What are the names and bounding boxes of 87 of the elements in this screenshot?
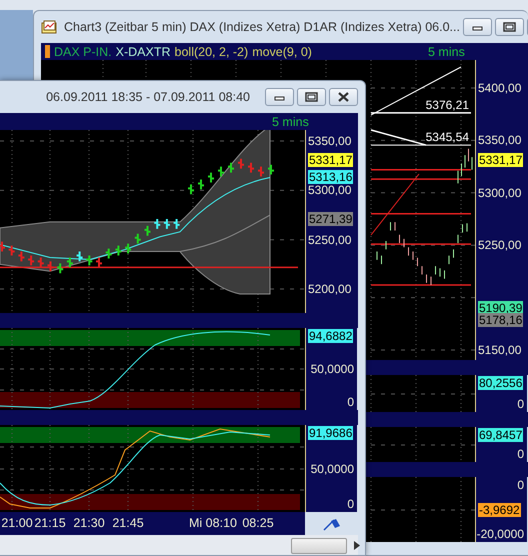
time-label: 21:15 <box>34 516 66 530</box>
axis-label: 5200,00 <box>308 282 352 296</box>
price-bar <box>207 172 215 184</box>
price-bar <box>172 218 181 230</box>
interval-label: 5 mins <box>428 44 465 58</box>
price-bar <box>187 183 195 196</box>
interval-label: 5 mins <box>272 114 309 128</box>
legend-text: DAX P-IN. <box>54 44 112 58</box>
scrollbar[interactable] <box>0 535 358 555</box>
price-tag: 91,9686 <box>308 426 354 440</box>
price-bar <box>267 164 275 176</box>
axis-label: 5300,00 <box>478 186 522 200</box>
time-label: Mi 08:10 <box>189 516 237 530</box>
price-tag: 5313,16 <box>308 170 354 184</box>
axis-label: 50,0000 <box>310 362 354 376</box>
price-tag: 69,8457 <box>478 428 524 442</box>
drawing-tool-icon <box>322 516 340 530</box>
price-bar <box>237 158 245 170</box>
price-tag: 5331,17 <box>308 152 354 167</box>
price-bar <box>197 178 205 190</box>
price-bar <box>124 242 132 255</box>
axis-label: 0 <box>347 497 354 511</box>
price-tag: 5271,39 <box>308 212 354 226</box>
price-tag: 5331,17 <box>478 153 524 168</box>
price-tag: 80,2556 <box>478 376 524 390</box>
window-title: Chart3 (Zeitbar 5 min) DAX (Indizes Xetra) D1AR (Indizes Xetra) 06.0... <box>64 20 460 34</box>
price-bar <box>0 240 6 253</box>
price-bar <box>66 256 74 268</box>
window-title: 06.09.2011 18:35 - 07.09.2011 08:40 <box>45 90 251 104</box>
level-label: 5376,21 <box>426 98 469 112</box>
price-bar <box>104 248 113 260</box>
axis-label: 0 <box>517 447 524 461</box>
time-label: 21:30 <box>73 516 105 530</box>
axis-label: 5350,00 <box>478 133 522 148</box>
price-bar <box>17 250 26 262</box>
axis-label: 0 <box>517 478 524 492</box>
axis-label: 50,0000 <box>310 462 354 476</box>
time-label: 08:25 <box>242 516 274 530</box>
price-tag: -3,9692 <box>478 502 521 516</box>
price-bar <box>85 254 94 266</box>
maximize-icon <box>304 91 319 103</box>
maximize-button[interactable] <box>494 18 524 36</box>
level-label: 5345,54 <box>426 130 469 144</box>
axis-label: 0 <box>517 397 524 411</box>
price-bar <box>257 166 265 178</box>
price-bar <box>46 260 54 272</box>
scroll-right-icon[interactable] <box>354 541 360 550</box>
minimize-button[interactable] <box>462 18 492 36</box>
axis-label: 5250,00 <box>308 232 352 247</box>
price-bar <box>27 254 36 266</box>
axis-label: 5400,00 <box>478 81 522 95</box>
trend-line <box>370 174 420 236</box>
legend-text: boll(20, 2, -2) <box>174 44 248 58</box>
axis-label: 5300,00 <box>308 183 352 198</box>
minimize-button[interactable] <box>265 88 294 106</box>
price-bar <box>144 224 152 237</box>
legend-text: move(9, 0) <box>252 44 312 58</box>
maximize-icon <box>502 21 517 33</box>
price-bar <box>134 232 142 245</box>
scrollbar-thumb[interactable] <box>291 538 347 554</box>
price-bar <box>217 166 225 178</box>
price-bar <box>56 262 64 274</box>
legend-marker <box>45 45 50 58</box>
axis-label: 5150,00 <box>478 343 522 357</box>
axis-label: 5250,00 <box>478 238 522 252</box>
price-tag: 94,6882 <box>308 329 354 343</box>
price-bar <box>162 218 171 230</box>
price-bar <box>76 250 84 262</box>
price-bar <box>227 162 235 174</box>
time-label: 21:45 <box>112 516 144 530</box>
close-icon <box>336 91 351 103</box>
axis-label: -20,0000 <box>476 527 524 541</box>
price-bar <box>36 256 45 268</box>
maximize-button[interactable] <box>297 88 326 106</box>
price-bar <box>114 244 122 256</box>
price-bar <box>247 162 255 174</box>
price-bar <box>153 218 162 230</box>
price-bar <box>8 244 16 256</box>
axis-label: 0 <box>347 395 354 409</box>
chart-icon <box>41 20 57 34</box>
legend-text: X-DAXTR <box>116 44 171 58</box>
price-tag: 5178,16 <box>478 313 524 328</box>
trend-line <box>370 129 426 146</box>
time-label: 21:00 <box>1 516 33 530</box>
price-tag: 5190,39 <box>478 300 524 315</box>
price-bar <box>95 256 103 268</box>
axis-label: 5350,00 <box>308 134 352 148</box>
